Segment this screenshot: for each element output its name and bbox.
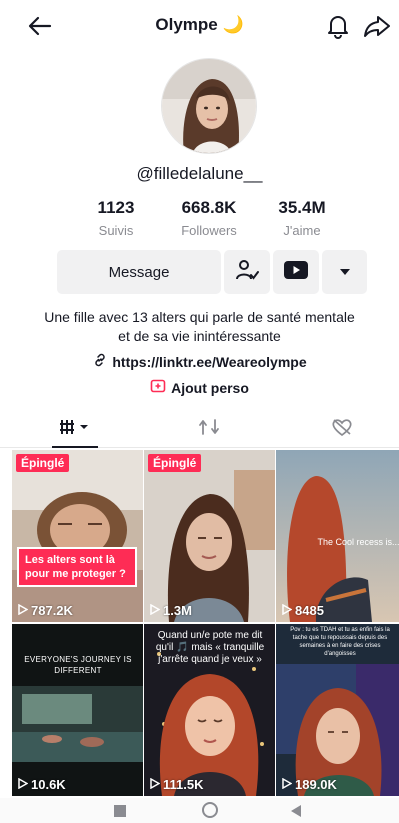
action-buttons: Message — [0, 250, 399, 296]
view-count-value: 1.3M — [163, 603, 192, 618]
youtube-button[interactable] — [273, 250, 319, 294]
caret-down-icon — [339, 263, 351, 281]
back-button[interactable] — [289, 804, 303, 823]
username: @filledelalune__ — [136, 164, 263, 183]
view-count: 189.0K — [282, 777, 337, 792]
view-count: 8485 — [282, 603, 324, 618]
video-caption: Les alters sont là pour me proteger ? — [17, 547, 137, 587]
content-tabs — [0, 410, 399, 448]
tab-videos[interactable] — [8, 410, 141, 448]
stat-likes-label: J'aime — [283, 223, 321, 238]
top-bar: Olympe 🌙 — [0, 0, 399, 52]
video-caption: The Cool recess is... — [317, 537, 399, 547]
view-count-value: 189.0K — [295, 777, 337, 792]
add-yours-icon — [150, 378, 166, 397]
view-count-value: 8485 — [295, 603, 324, 618]
more-dropdown-button[interactable] — [322, 250, 367, 294]
active-tab-indicator — [52, 446, 98, 448]
recent-apps-button[interactable] — [113, 804, 127, 823]
view-count: 787.2K — [18, 603, 73, 618]
following-button[interactable] — [224, 250, 270, 294]
play-icon — [150, 603, 161, 618]
bio-link-text: https://linktr.ee/Weareolympe — [112, 353, 307, 370]
video-thumbnail[interactable]: Épinglé Les alters sont là pour me prote… — [12, 450, 143, 622]
video-grid: Épinglé Les alters sont là pour me prote… — [12, 450, 399, 796]
add-yours[interactable]: Ajout perso — [0, 378, 399, 397]
add-yours-label: Ajout perso — [171, 379, 249, 396]
play-icon — [282, 603, 293, 618]
grid-icon — [58, 417, 92, 442]
stats-row: 1123 Suivis 668.8K Followers 35.4M J'aim… — [0, 198, 399, 242]
repost-icon — [198, 417, 220, 442]
video-thumbnail[interactable]: The Cool recess is... 8485 — [276, 450, 399, 622]
view-count: 10.6K — [18, 777, 66, 792]
share-icon[interactable] — [362, 12, 392, 40]
bell-icon[interactable] — [324, 12, 352, 40]
view-count: 1.3M — [150, 603, 192, 618]
video-caption: Quand un/e pote me dit qu'il 🎵 mais « tr… — [155, 630, 265, 665]
avatar[interactable] — [161, 58, 257, 154]
youtube-icon — [284, 260, 308, 284]
video-thumbnail[interactable]: EVERYONE'S JOURNEY IS DIFFERENT 10.6K — [12, 624, 143, 796]
view-count-value: 787.2K — [31, 603, 73, 618]
tab-liked[interactable] — [275, 410, 399, 448]
video-thumbnail[interactable]: Quand un/e pote me dit qu'il 🎵 mais « tr… — [144, 624, 275, 796]
user-check-icon — [235, 258, 259, 287]
video-thumbnail[interactable]: Pov : tu es TDAH et tu as enfin fais la … — [276, 624, 399, 796]
view-count: 111.5K — [150, 777, 204, 792]
bio-text: Une fille avec 13 alters qui parle de sa… — [44, 309, 355, 344]
play-icon — [18, 777, 29, 792]
system-nav-bar — [0, 798, 399, 823]
bio-link[interactable]: https://linktr.ee/Weareolympe — [0, 352, 399, 371]
pinned-badge: Épinglé — [148, 454, 202, 472]
tab-reposts[interactable] — [142, 410, 275, 448]
home-button[interactable] — [201, 801, 219, 823]
hidden-heart-icon — [331, 417, 353, 442]
view-count-value: 111.5K — [163, 777, 204, 792]
message-button[interactable]: Message — [57, 250, 221, 294]
play-icon — [150, 777, 161, 792]
play-icon — [282, 777, 293, 792]
link-icon — [92, 352, 108, 371]
video-caption: Pov : tu es TDAH et tu as enfin fais la … — [290, 627, 390, 657]
play-icon — [18, 603, 29, 618]
pinned-badge: Épinglé — [16, 454, 70, 472]
view-count-value: 10.6K — [31, 777, 66, 792]
video-thumbnail[interactable]: Épinglé 1.3M — [144, 450, 275, 622]
stat-likes-value: 35.4M — [278, 198, 326, 217]
stat-likes[interactable]: 35.4M J'aime — [247, 198, 357, 238]
video-caption: EVERYONE'S JOURNEY IS DIFFERENT — [24, 655, 132, 675]
